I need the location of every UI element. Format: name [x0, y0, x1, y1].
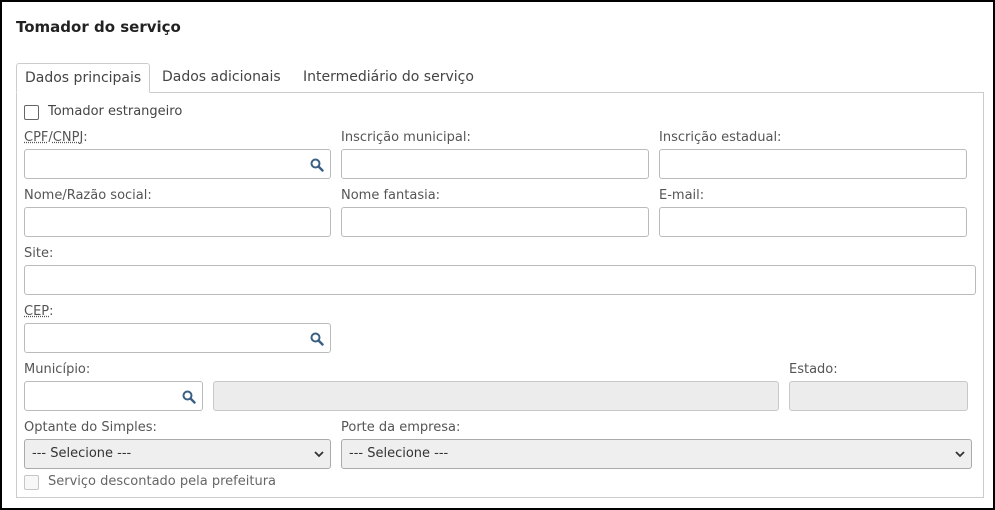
tomador-window: Tomador do serviço Dados principais Dado…: [0, 0, 995, 510]
cpf-cnpj-label: CPF/CNPJ:: [24, 130, 88, 145]
nome-razao-label: Nome/Razão social:: [24, 188, 152, 203]
nome-fantasia-label: Nome fantasia:: [341, 188, 441, 203]
email-field: [659, 207, 967, 237]
chevron-down-icon: [314, 451, 324, 458]
optante-simples-value: --- Selecione ---: [32, 446, 132, 461]
search-icon[interactable]: [310, 158, 324, 172]
nome-razao-input[interactable]: [25, 208, 330, 236]
desconto-checkbox[interactable]: [24, 475, 39, 490]
foreign-checkbox-label: Tomador estrangeiro: [48, 104, 183, 119]
inscricao-municipal-input[interactable]: [342, 150, 648, 178]
desconto-checkbox-label: Serviço descontado pela prefeitura: [48, 474, 277, 489]
tab-panel: Tomador estrangeiro CPF/CNPJ: Inscrição …: [16, 92, 984, 498]
porte-empresa-label: Porte da empresa:: [341, 420, 461, 435]
cpf-abbr: CPF: [24, 130, 49, 145]
inscricao-estadual-input[interactable]: [660, 150, 966, 178]
inscricao-estadual-field: [659, 149, 967, 179]
cep-colon: :: [49, 304, 54, 319]
cep-input[interactable]: [25, 324, 330, 352]
cpf-cnpj-colon: :: [83, 130, 88, 145]
section-title: Tomador do serviço: [16, 18, 181, 36]
porte-empresa-value: --- Selecione ---: [349, 446, 449, 461]
estado-field: [789, 381, 968, 411]
email-input[interactable]: [660, 208, 966, 236]
porte-empresa-select[interactable]: --- Selecione ---: [341, 439, 972, 469]
inscricao-estadual-label: Inscrição estadual:: [659, 130, 782, 145]
optante-simples-select[interactable]: --- Selecione ---: [24, 439, 331, 469]
nome-fantasia-field: [341, 207, 649, 237]
foreign-checkbox[interactable]: [24, 105, 39, 120]
cep-abbr: CEP: [24, 304, 50, 319]
tab-intermediario[interactable]: Intermediário do serviço: [295, 63, 482, 93]
cnpj-abbr: CNPJ: [52, 130, 84, 145]
nome-fantasia-input[interactable]: [342, 208, 648, 236]
cpf-cnpj-field: [24, 149, 331, 179]
site-input[interactable]: [25, 266, 975, 294]
estado-label: Estado:: [789, 362, 838, 377]
optante-simples-label: Optante do Simples:: [24, 420, 157, 435]
tab-dados-adicionais[interactable]: Dados adicionais: [154, 63, 289, 93]
search-icon[interactable]: [310, 332, 324, 346]
municipio-label: Município:: [24, 362, 91, 377]
email-label: E-mail:: [659, 188, 705, 203]
site-field: [24, 265, 976, 295]
cep-field: [24, 323, 331, 353]
chevron-down-icon: [955, 451, 965, 458]
site-label: Site:: [24, 246, 54, 261]
estado-input: [790, 382, 967, 410]
cep-label: CEP:: [24, 304, 54, 319]
cpf-cnpj-input[interactable]: [25, 150, 330, 178]
municipio-code-input[interactable]: [25, 382, 202, 410]
municipio-code-field: [24, 381, 203, 411]
inscricao-municipal-label: Inscrição municipal:: [341, 130, 471, 145]
municipio-name-input: [214, 382, 778, 410]
tab-dados-principais[interactable]: Dados principais: [16, 63, 151, 93]
municipio-name-field: [213, 381, 779, 411]
inscricao-municipal-field: [341, 149, 649, 179]
nome-razao-field: [24, 207, 331, 237]
search-icon[interactable]: [182, 390, 196, 404]
